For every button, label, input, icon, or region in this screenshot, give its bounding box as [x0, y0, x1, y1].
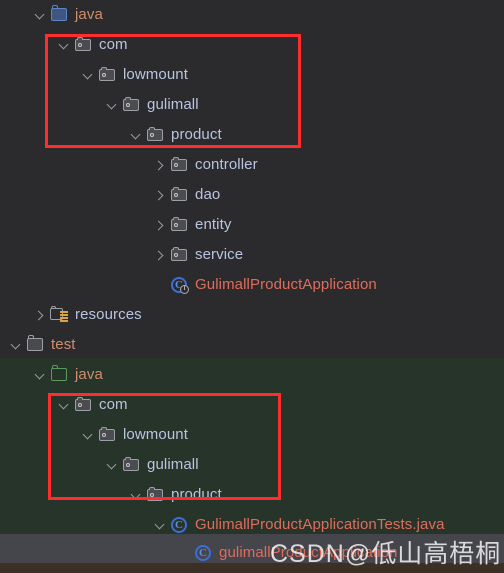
package-icon — [146, 126, 166, 144]
tree-row[interactable]: com — [0, 30, 504, 60]
chevron-down-icon[interactable] — [32, 7, 48, 23]
tree-row[interactable]: resources — [0, 300, 504, 330]
tree-arrow-placeholder — [152, 277, 168, 293]
package-icon — [122, 96, 142, 114]
chevron-down-icon[interactable] — [104, 97, 120, 113]
tree-row-label: gulimall — [147, 456, 199, 473]
folder-blue-icon — [50, 5, 70, 24]
tree-row[interactable]: lowmount — [0, 420, 504, 450]
package-icon — [74, 36, 94, 54]
tree-row-label: gulimall — [147, 96, 199, 113]
chevron-down-icon[interactable] — [152, 517, 168, 533]
tree-row-label: service — [195, 246, 244, 263]
ide-project-tree-panel: java com lowmount gulimall product controller… — [0, 0, 504, 573]
tree-row[interactable]: test — [0, 330, 504, 360]
tree-row-label: controller — [195, 156, 258, 173]
tree-row[interactable]: lowmount — [0, 60, 504, 90]
chevron-down-icon[interactable] — [56, 397, 72, 413]
tree-row-label: test — [51, 336, 76, 353]
tree-row[interactable]: service — [0, 240, 504, 270]
folder-green-icon — [50, 365, 70, 384]
tree-row[interactable]: java — [0, 360, 504, 390]
package-icon — [170, 246, 190, 264]
chevron-right-icon[interactable] — [32, 307, 48, 323]
chevron-down-icon[interactable] — [8, 337, 24, 353]
package-icon — [146, 486, 166, 504]
package-icon — [98, 66, 118, 84]
tree-row[interactable]: gulimall — [0, 450, 504, 480]
package-icon — [170, 186, 190, 204]
resources-folder-icon — [50, 305, 70, 324]
tree-row-label: com — [99, 36, 128, 53]
chevron-right-icon[interactable] — [152, 247, 168, 263]
tree-row-label: java — [75, 366, 103, 383]
tree-row[interactable]: product — [0, 120, 504, 150]
chevron-down-icon[interactable] — [80, 67, 96, 83]
tree-row-label: java — [75, 6, 103, 23]
tree-row[interactable]: dao — [0, 180, 504, 210]
tree-row-label: product — [171, 486, 222, 503]
tree-row-label: GulimallProductApplication — [195, 276, 377, 293]
tree-row-label: lowmount — [123, 66, 188, 83]
chevron-down-icon[interactable] — [104, 457, 120, 473]
java-class-icon: C — [170, 516, 190, 534]
tree-row[interactable]: controller — [0, 150, 504, 180]
tree-row[interactable]: product — [0, 480, 504, 510]
tree-row[interactable]: entity — [0, 210, 504, 240]
package-icon — [98, 426, 118, 444]
tree-row-label: resources — [75, 306, 142, 323]
tree-row-label: GulimallProductApplicationTests.java — [195, 516, 445, 533]
chevron-right-icon[interactable] — [152, 157, 168, 173]
package-icon — [74, 396, 94, 414]
tree-row-label: lowmount — [123, 426, 188, 443]
folder-gray-icon — [26, 335, 46, 354]
chevron-right-icon[interactable] — [152, 217, 168, 233]
chevron-down-icon[interactable] — [32, 367, 48, 383]
tree-row-label: com — [99, 396, 128, 413]
chevron-down-icon[interactable] — [80, 427, 96, 443]
java-class-runnable-icon: C — [170, 276, 190, 294]
package-icon — [170, 156, 190, 174]
tree-row[interactable]: gulimall — [0, 90, 504, 120]
chevron-down-icon[interactable] — [128, 487, 144, 503]
tree-row[interactable]: com — [0, 390, 504, 420]
java-class-icon: C — [194, 544, 214, 562]
package-icon — [122, 456, 142, 474]
tree-row[interactable]: java — [0, 0, 504, 30]
tree-arrow-placeholder — [176, 545, 192, 561]
chevron-down-icon[interactable] — [56, 37, 72, 53]
tree-row[interactable]: C GulimallProductApplication — [0, 270, 504, 300]
chevron-down-icon[interactable] — [128, 127, 144, 143]
tree-row-label: dao — [195, 186, 221, 203]
tree-row-label: entity — [195, 216, 232, 233]
tree-row-label: product — [171, 126, 222, 143]
csdn-watermark: CSDN@低山高梧桐 — [270, 540, 502, 568]
chevron-right-icon[interactable] — [152, 187, 168, 203]
package-icon — [170, 216, 190, 234]
